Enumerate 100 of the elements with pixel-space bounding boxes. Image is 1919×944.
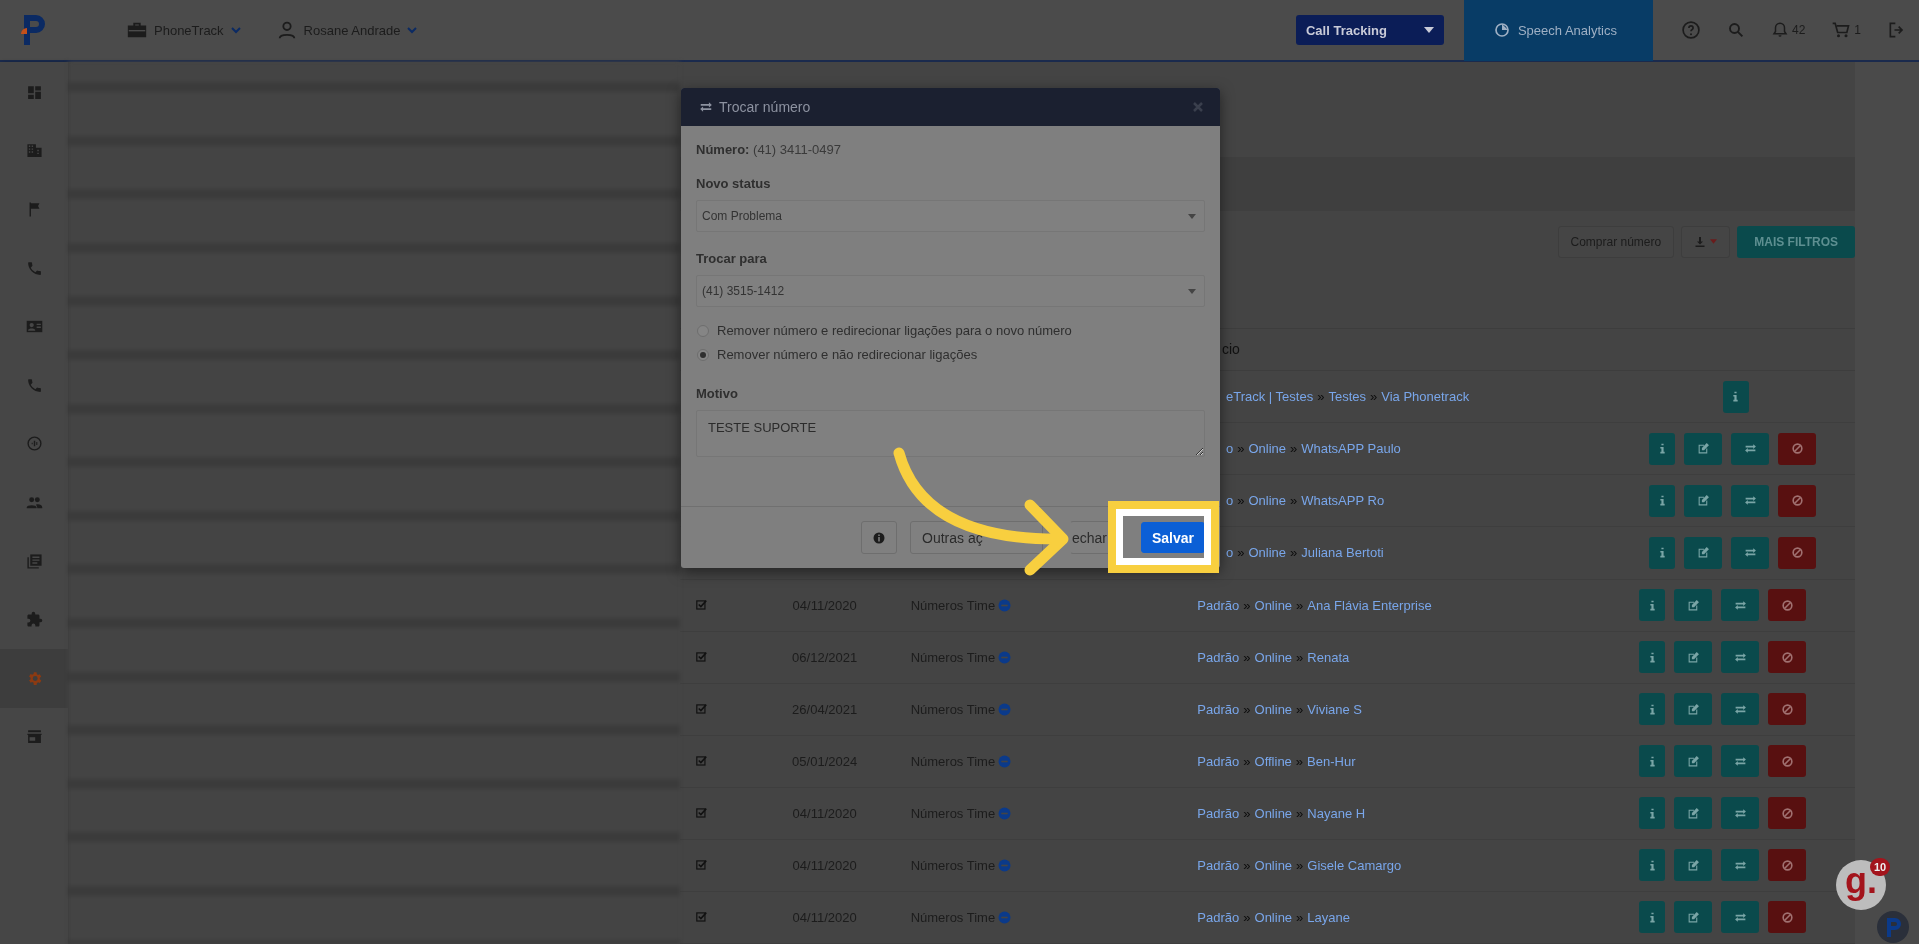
breadcrumb-link[interactable]: Online [1254,805,1293,821]
breadcrumb-link[interactable]: Padrão [1197,649,1240,665]
breadcrumb-link[interactable]: o [1226,493,1234,509]
edit-button[interactable] [1674,849,1713,882]
info-button[interactable] [1639,641,1666,674]
field-label: Novo status [696,176,772,191]
block-button[interactable] [1768,641,1807,674]
breadcrumb-link[interactable]: Online [1254,597,1293,613]
edit-button[interactable] [1674,797,1713,830]
breadcrumb-link[interactable]: Ben-Hur [1307,753,1356,769]
info-button[interactable] [861,521,897,554]
info-button[interactable] [1639,797,1666,830]
block-button[interactable] [1778,537,1816,569]
radio-option[interactable]: Remover número e redirecionar ligações para o novo número [696,323,1205,338]
swap-button[interactable] [1731,537,1769,569]
breadcrumb-link[interactable]: WhatsAPP Paulo [1301,441,1401,457]
breadcrumb-link[interactable]: Online [1254,857,1293,873]
swap-button[interactable] [1731,484,1769,517]
info-button[interactable] [1639,589,1666,622]
block-button[interactable] [1768,693,1807,726]
reason-field[interactable]: TESTE SUPORTE [696,410,1205,457]
product-select[interactable]: Call Tracking [1295,15,1444,45]
radio-option[interactable]: Remover número e não redirecionar ligações [696,347,1205,362]
breadcrumb-separator: » [1243,597,1251,613]
help-button[interactable] [1680,20,1701,40]
breadcrumb-link[interactable]: o [1226,441,1234,457]
breadcrumb-link[interactable]: o [1226,545,1234,561]
prohibited-icon [1790,494,1804,508]
breadcrumb-link[interactable]: Padrão [1197,805,1240,821]
close-button[interactable] [1192,101,1204,113]
block-button[interactable] [1768,849,1807,882]
speech-analytics-tab[interactable]: Speech Analytics [1463,0,1653,61]
breadcrumb-link[interactable]: Online [1248,493,1287,509]
edit-button[interactable] [1684,537,1722,569]
info-button[interactable] [1649,537,1675,569]
edit-button[interactable] [1674,641,1713,674]
breadcrumb-link[interactable]: WhatsAPP Ro [1301,493,1385,509]
dashboard-icon [25,83,43,101]
block-button[interactable] [1768,797,1807,830]
swap-button[interactable] [1731,432,1769,465]
breadcrumb-link[interactable]: Online [1248,441,1287,457]
edit-button[interactable] [1674,589,1713,622]
breadcrumb-separator: » [1296,857,1304,873]
info-button[interactable] [1649,432,1675,465]
prohibited-icon [1780,806,1794,820]
breadcrumb-link[interactable]: Viviane S [1307,701,1362,717]
block-button[interactable] [1778,432,1816,465]
info-button[interactable] [1639,849,1666,882]
breadcrumb-link[interactable]: Testes [1328,389,1366,405]
info-button[interactable] [1639,745,1666,778]
breadcrumb-separator: » [1237,493,1245,509]
status-select[interactable]: Com Problema [696,200,1205,232]
info-button[interactable] [1639,693,1666,726]
swap-button[interactable] [1721,745,1760,778]
swap-arrows-icon [1733,754,1747,768]
target-select[interactable]: (41) 3515-1412 [696,275,1205,307]
edit-button[interactable] [1684,484,1722,517]
breadcrumb-link[interactable]: Layane [1307,909,1350,925]
swap-button[interactable] [1721,693,1760,726]
swap-arrows-icon [1733,702,1747,716]
info-button[interactable] [1639,901,1666,934]
block-button[interactable] [1768,901,1807,934]
edit-button[interactable] [1684,432,1722,465]
info-button[interactable] [1722,380,1749,413]
breadcrumb-link[interactable]: Renata [1307,649,1350,665]
breadcrumb-link[interactable]: Offline [1254,753,1292,769]
breadcrumb-link[interactable]: Padrão [1197,909,1240,925]
edit-button[interactable] [1674,693,1713,726]
breadcrumb-link[interactable]: Juliana Bertoti [1301,545,1384,561]
search-button[interactable] [1726,21,1745,39]
breadcrumb-link[interactable]: Via Phonetrack [1381,389,1470,405]
radio-button[interactable] [697,348,709,361]
breadcrumb-link[interactable]: Ana Flávia Enterprise [1307,597,1432,613]
edit-button[interactable] [1674,745,1713,778]
swap-button[interactable] [1721,901,1760,934]
breadcrumb-link[interactable]: Online [1254,649,1293,665]
breadcrumb-link[interactable]: Padrão [1197,753,1240,769]
breadcrumb-link[interactable]: Online [1248,545,1287,561]
breadcrumb-link[interactable]: Online [1254,701,1293,717]
breadcrumb-link[interactable]: Padrão [1197,857,1240,873]
info-button[interactable] [1649,484,1675,517]
block-button[interactable] [1778,484,1816,517]
breadcrumb-link[interactable]: Padrão [1197,597,1240,613]
swap-button[interactable] [1721,589,1760,622]
more-filters-button[interactable]: MAIS FILTROS [1737,225,1855,258]
prohibited-icon [1780,858,1794,872]
breadcrumb-link[interactable]: Padrão [1197,701,1240,717]
swap-button[interactable] [1721,641,1760,674]
breadcrumb-link[interactable]: Online [1254,909,1293,925]
breadcrumb-link[interactable]: Gisele Camargo [1307,857,1402,873]
block-button[interactable] [1768,589,1807,622]
download-button[interactable] [1681,225,1731,258]
save-button[interactable]: Salvar [1141,522,1205,553]
search-icon [1726,21,1745,39]
block-button[interactable] [1768,745,1807,778]
swap-button[interactable] [1721,849,1760,882]
breadcrumb-link[interactable]: eTrack | Testes [1226,389,1314,405]
breadcrumb-link[interactable]: Nayane H [1307,805,1366,821]
swap-button[interactable] [1721,797,1760,830]
edit-button[interactable] [1674,901,1713,934]
